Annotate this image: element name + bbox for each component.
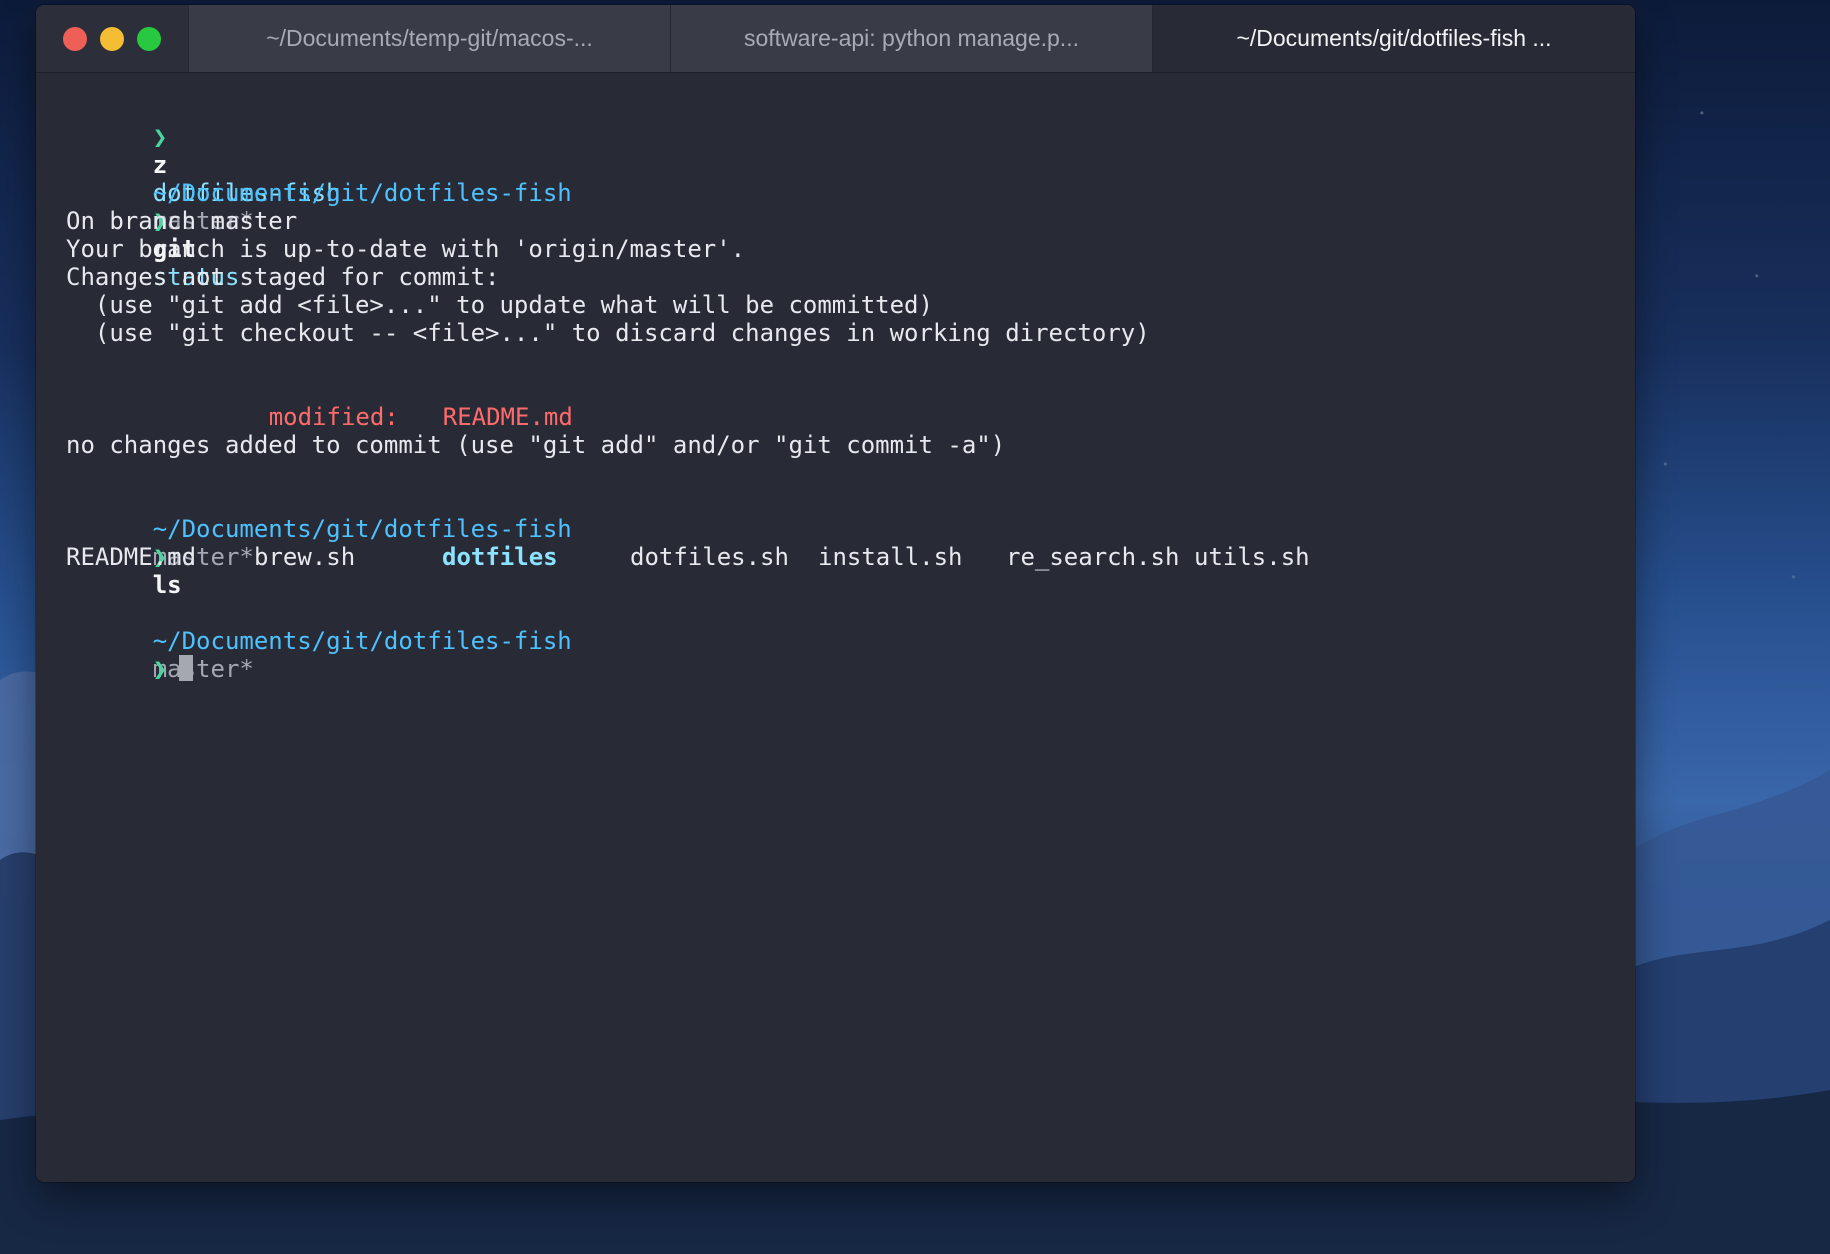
close-dot-icon[interactable] bbox=[63, 26, 87, 51]
tab-macos[interactable]: ~/Documents/temp-git/macos-... bbox=[188, 5, 670, 72]
prompt-path-line: ~/Documents/git/dotfiles-fish master* bbox=[66, 599, 1635, 683]
file-brew: brew.sh bbox=[254, 543, 356, 571]
prompt-symbol: ❯ bbox=[152, 655, 168, 683]
prompt-path-line: ~/Documents/git/dotfiles-fish master* bbox=[66, 151, 1635, 235]
status-line: (use "git checkout -- <file>..." to disc… bbox=[66, 319, 1150, 347]
current-path: ~/Documents/git/dotfiles-fish bbox=[152, 627, 572, 655]
command-name: z bbox=[152, 151, 168, 179]
file-utils: utils.sh bbox=[1194, 543, 1310, 571]
ls-output: README.md brew.sh dotfiles dotfiles.sh i… bbox=[66, 543, 1635, 571]
current-path: ~/Documents/git/dotfiles-fish bbox=[152, 515, 572, 543]
terminal-window: ~/Documents/temp-git/macos-... software-… bbox=[36, 5, 1635, 1182]
file-re-search: re_search.sh bbox=[1006, 543, 1180, 571]
prompt-symbol: ❯ bbox=[152, 123, 168, 151]
prompt-path-line: ~/Documents/git/dotfiles-fish master* bbox=[66, 487, 1635, 571]
minimize-dot-icon[interactable] bbox=[100, 26, 124, 51]
file-dotfiles-sh: dotfiles.sh bbox=[630, 543, 789, 571]
file-install: install.sh bbox=[818, 543, 963, 571]
command-name: ls bbox=[152, 571, 182, 599]
status-line: Changes not staged for commit: bbox=[66, 263, 500, 291]
current-path: ~/Documents/git/dotfiles-fish bbox=[152, 179, 572, 207]
tab-dotfiles-fish[interactable]: ~/Documents/git/dotfiles-fish ... bbox=[1152, 5, 1635, 72]
modified-file-line: modified: README.md bbox=[66, 375, 1635, 431]
status-line: Your branch is up-to-date with 'origin/m… bbox=[66, 235, 746, 263]
file-readme: README.md bbox=[66, 543, 197, 571]
terminal-output[interactable]: ❯ z dotfiles-fish ~/Documents/git/dotfil… bbox=[36, 73, 1635, 1182]
status-line: (use "git add <file>..." to update what … bbox=[66, 291, 933, 319]
tab-strip: ~/Documents/temp-git/macos-... software-… bbox=[188, 5, 1635, 72]
status-line: On branch master bbox=[66, 207, 298, 235]
window-controls bbox=[36, 5, 188, 72]
zoom-dot-icon[interactable] bbox=[137, 26, 161, 51]
tab-software-api[interactable]: software-api: python manage.p... bbox=[670, 5, 1152, 72]
window-titlebar: ~/Documents/temp-git/macos-... software-… bbox=[36, 5, 1635, 73]
command-line-z: ❯ z dotfiles-fish bbox=[66, 95, 1635, 207]
cursor[interactable] bbox=[179, 655, 194, 681]
directory-dotfiles: dotfiles bbox=[442, 543, 558, 571]
modified-label: modified: bbox=[268, 403, 399, 431]
no-changes-line: no changes added to commit (use "git add… bbox=[66, 431, 1006, 459]
modified-file: README.md bbox=[442, 403, 573, 431]
